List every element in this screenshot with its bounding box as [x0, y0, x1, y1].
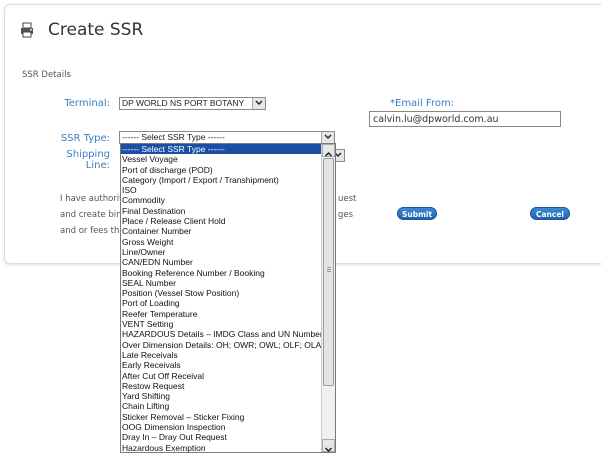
terminal-select-value: DP WORLD NS PORT BOTANY — [122, 98, 245, 108]
scroll-thumb[interactable] — [323, 158, 334, 386]
dropdown-scrollbar[interactable] — [321, 144, 335, 452]
scroll-grip — [327, 271, 331, 272]
ssr-type-option[interactable]: Late Receivals — [121, 350, 322, 360]
notice-line-2-right: ges — [338, 210, 354, 220]
scroll-down-button[interactable] — [322, 439, 335, 452]
ssr-type-option[interactable]: SEAL Number — [121, 278, 322, 288]
chevron-down-icon — [252, 98, 265, 109]
ssr-type-option[interactable]: Restow Request — [121, 381, 322, 391]
ssr-type-option[interactable]: VENT Setting — [121, 319, 322, 329]
ssr-type-option[interactable]: After Cut Off Receival — [121, 371, 322, 381]
ssr-type-option[interactable]: Early Receivals — [121, 360, 322, 370]
ssr-type-option[interactable]: HAZARDOUS Details – IMDG Class and UN Nu… — [121, 329, 322, 339]
scroll-grip — [327, 269, 331, 270]
ssr-type-option[interactable]: CAN/EDN Number — [121, 257, 322, 267]
ssr-type-option[interactable]: Vessel Voyage — [121, 154, 322, 164]
ssr-type-option[interactable]: Port of Loading — [121, 298, 322, 308]
ssr-type-option[interactable]: Over Dimension Details: OH; OWR; OWL; OL… — [121, 340, 322, 350]
ssr-type-dropdown-list[interactable]: ------ Select SSR Type ------ Vessel Voya… — [120, 143, 336, 453]
ssr-type-option[interactable]: Chain Lifting — [121, 401, 322, 411]
scroll-up-button[interactable] — [322, 144, 335, 157]
ssr-type-option[interactable]: Gross Weight — [121, 237, 322, 247]
ssr-type-option[interactable]: Dray In – Dray Out Request — [121, 432, 322, 442]
ssr-type-option[interactable]: Sticker Removal – Sticker Fixing — [121, 412, 322, 422]
ssr-type-option[interactable]: Yard Shifting — [121, 391, 322, 401]
page-title: Create SSR — [48, 20, 144, 40]
ssr-type-option[interactable]: Place / Release Client Hold — [121, 216, 322, 226]
ssr-type-select-value: ------ Select SSR Type ------ — [122, 132, 225, 142]
ssr-type-option[interactable]: Line/Owner — [121, 247, 322, 257]
ssr-type-option[interactable]: Booking Reference Number / Booking — [121, 268, 322, 278]
notice-line-1-right: uest — [338, 194, 357, 204]
ssr-type-option[interactable]: Position (Vessel Stow Position) — [121, 288, 322, 298]
ssr-type-option[interactable]: Container Number — [121, 226, 322, 236]
notice-line-3-left: and or fees tha — [60, 226, 125, 236]
printer-icon — [21, 22, 33, 38]
shipping-line-label: Shipping Line: — [66, 149, 110, 171]
email-label: *Email From: — [390, 98, 455, 109]
ssr-type-option[interactable]: Final Destination — [121, 206, 322, 216]
ssr-type-options: ------ Select SSR Type ------ Vessel Voya… — [121, 144, 322, 452]
terminal-label: Terminal: — [64, 98, 110, 109]
ssr-type-option[interactable]: OOG Dimension Inspection — [121, 422, 322, 432]
section-label: SSR Details — [22, 70, 71, 80]
ssr-type-option[interactable]: Hazardous Exemption — [121, 443, 322, 452]
terminal-select[interactable]: DP WORLD NS PORT BOTANY — [119, 97, 266, 110]
ssr-type-option[interactable]: Reefer Temperature — [121, 309, 322, 319]
chevron-down-icon — [321, 132, 334, 143]
chevron-down-icon — [324, 447, 333, 452]
scroll-grip — [327, 267, 331, 268]
notice-line-1-left: I have authority — [60, 194, 128, 204]
ssr-type-option[interactable]: ISO — [121, 185, 322, 195]
ssr-type-label: SSR Type: — [60, 133, 110, 144]
ssr-type-option[interactable]: Commodity — [121, 195, 322, 205]
ssr-type-option[interactable]: Category (Import / Export / Transhipment… — [121, 175, 322, 185]
ssr-type-option[interactable]: Port of discharge (POD) — [121, 165, 322, 175]
notice-line-2-left: and create bind — [60, 210, 127, 220]
ssr-type-option[interactable]: ------ Select SSR Type ------ — [121, 144, 322, 155]
email-field[interactable]: calvin.lu@dpworld.com.au — [369, 111, 561, 127]
submit-button[interactable]: Submit — [397, 207, 437, 220]
cancel-button[interactable]: Cancel — [530, 207, 570, 220]
